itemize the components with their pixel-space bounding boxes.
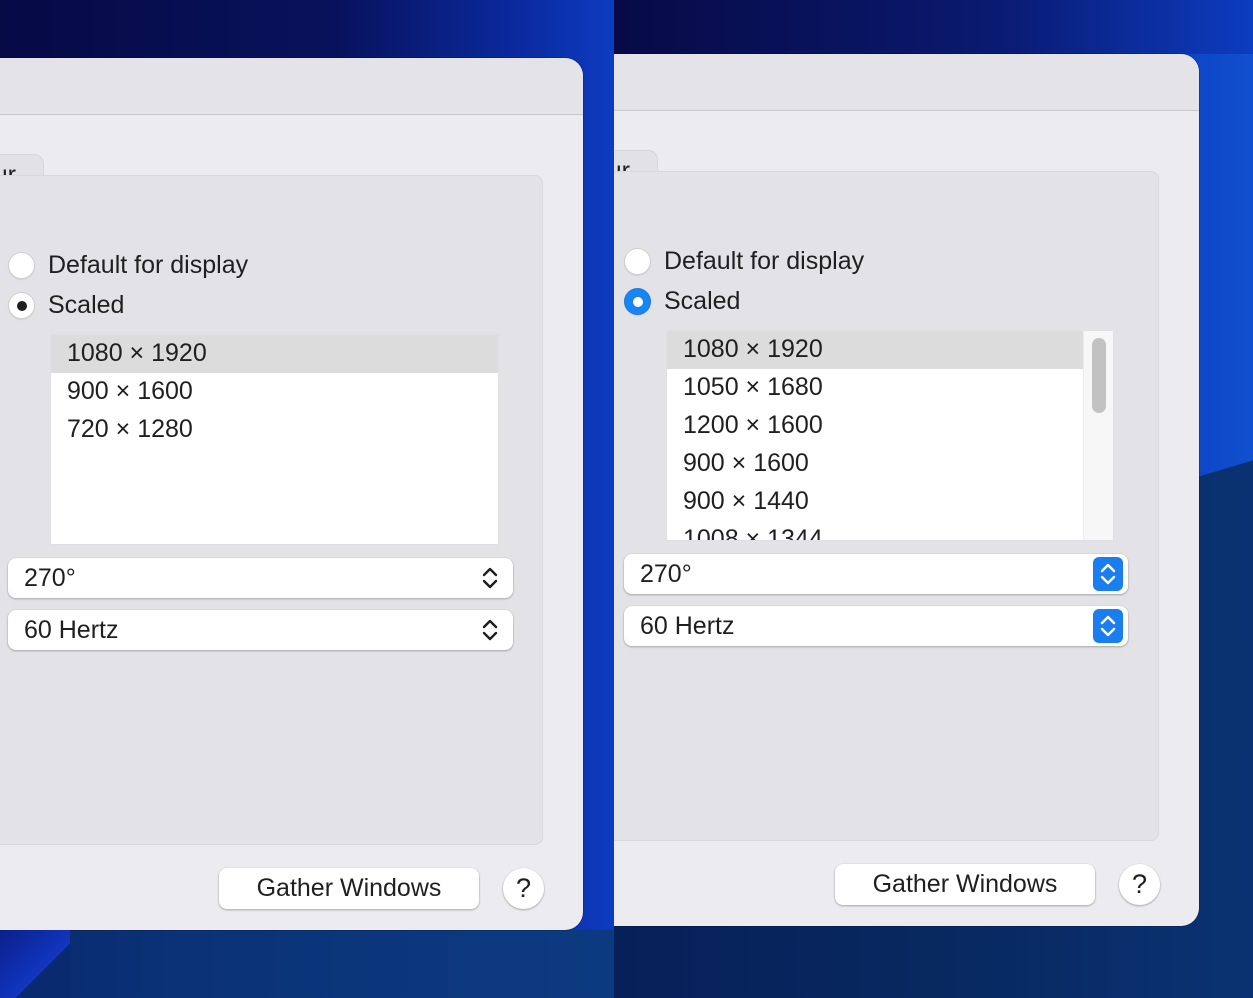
radio-scaled[interactable]: Scaled [8, 290, 124, 320]
up-down-chevron-icon [477, 565, 503, 591]
radio-scaled[interactable]: Scaled [624, 286, 740, 316]
list-item[interactable]: 1200 × 1600 [667, 407, 1085, 445]
window-titlebar [0, 58, 583, 115]
radio-button-unchecked[interactable] [8, 251, 35, 279]
displays-preferences-window: ur Default for display Scaled 1080 × 192… [0, 58, 583, 930]
window-titlebar [614, 54, 1199, 111]
radio-default-for-display[interactable]: Default for display [624, 246, 864, 276]
refresh-rate-value: 60 Hertz [640, 612, 735, 640]
help-button[interactable]: ? [1119, 864, 1160, 905]
up-down-chevron-icon [1093, 609, 1123, 643]
list-item[interactable]: 900 × 1600 [667, 445, 1085, 483]
list-item[interactable]: 900 × 1440 [667, 483, 1085, 521]
right-screenshot-panel: ur Default for display Scaled 1080 × 192… [614, 0, 1253, 998]
list-item[interactable]: 1050 × 1680 [667, 369, 1085, 407]
refresh-rate-popup[interactable]: 60 Hertz [624, 606, 1128, 646]
radio-default-for-display[interactable]: Default for display [8, 250, 248, 280]
displays-preferences-window: ur Default for display Scaled 1080 × 192… [614, 54, 1199, 926]
refresh-rate-value: 60 Hertz [24, 616, 119, 644]
list-item[interactable]: 1080 × 1920 [51, 335, 498, 373]
radio-label: Default for display [664, 246, 865, 275]
radio-label: Default for display [48, 250, 249, 279]
left-screenshot-panel: ur Default for display Scaled 1080 × 192… [0, 0, 614, 998]
radio-button-checked[interactable] [8, 291, 35, 319]
refresh-rate-popup[interactable]: 60 Hertz [8, 610, 513, 650]
resolution-list[interactable]: 1080 × 1920 900 × 1600 720 × 1280 [50, 334, 499, 545]
radio-label: Scaled [664, 286, 741, 315]
gather-windows-button[interactable]: Gather Windows [835, 864, 1095, 905]
rotation-value: 270° [24, 564, 76, 592]
radio-button-checked[interactable] [624, 287, 651, 315]
rotation-popup[interactable]: 270° [8, 558, 513, 598]
up-down-chevron-icon [477, 617, 503, 643]
resolution-list[interactable]: 1080 × 1920 1050 × 1680 1200 × 1600 900 … [666, 330, 1114, 541]
scrollbar-thumb[interactable] [1092, 338, 1106, 413]
gather-windows-button[interactable]: Gather Windows [219, 868, 479, 909]
list-item[interactable]: 1008 × 1344 [667, 521, 1085, 540]
up-down-chevron-icon [1093, 557, 1123, 591]
rotation-popup[interactable]: 270° [624, 554, 1128, 594]
list-item[interactable]: 1080 × 1920 [667, 331, 1085, 369]
scrollbar[interactable] [1083, 331, 1113, 540]
rotation-value: 270° [640, 560, 692, 588]
help-button[interactable]: ? [503, 868, 544, 909]
list-item[interactable]: 720 × 1280 [51, 411, 498, 449]
radio-button-unchecked[interactable] [624, 247, 651, 275]
radio-label: Scaled [48, 290, 125, 319]
list-item[interactable]: 900 × 1600 [51, 373, 498, 411]
